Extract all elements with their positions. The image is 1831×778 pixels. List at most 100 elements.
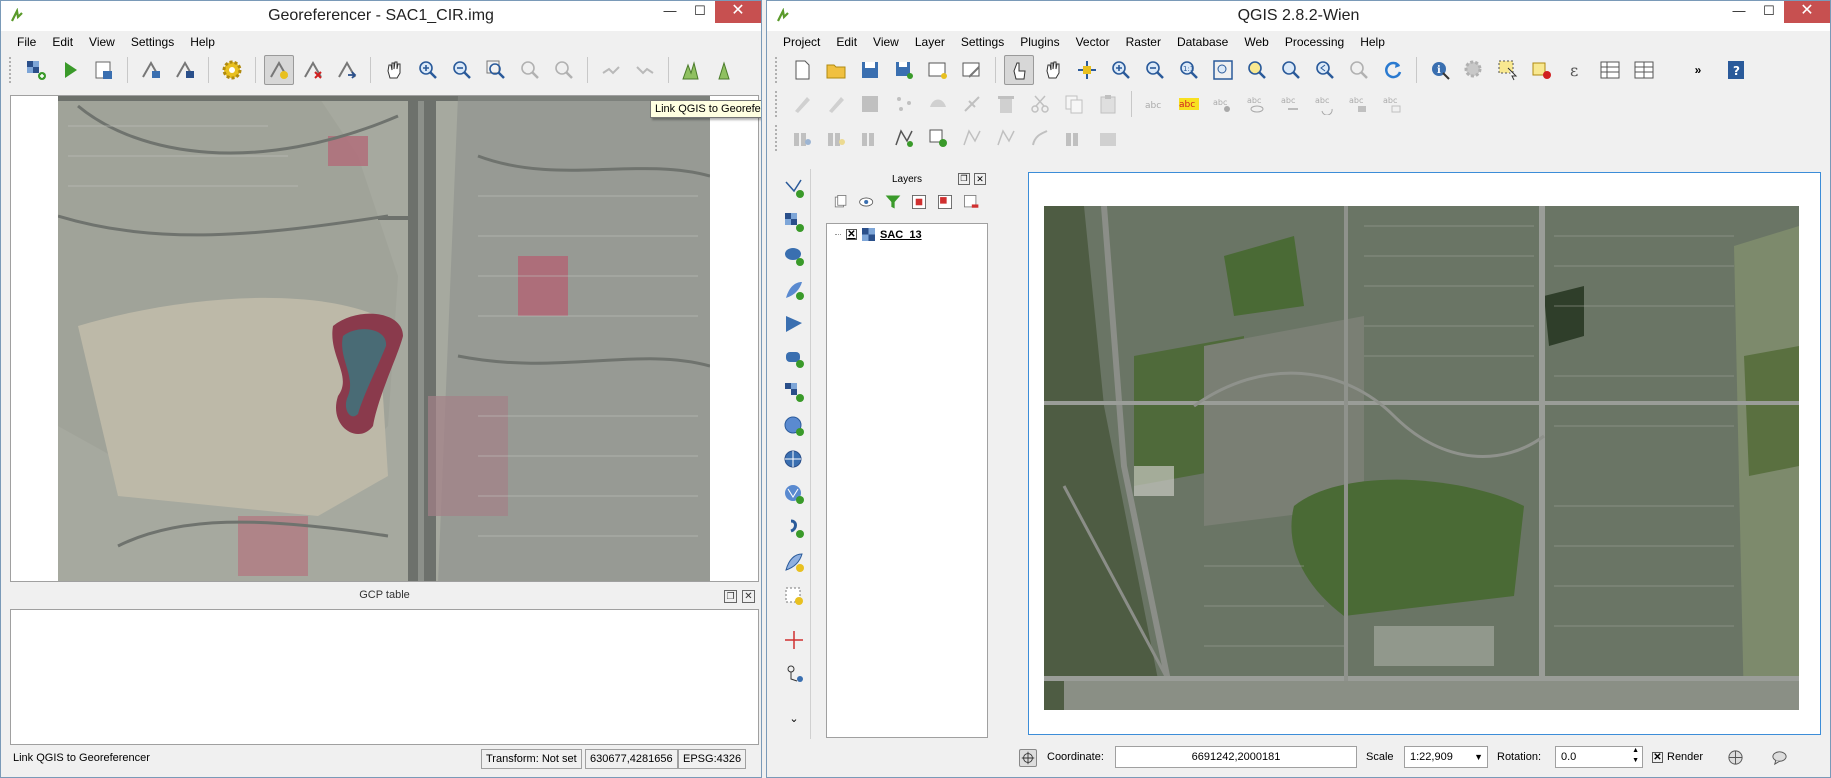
select-by-expression-button[interactable]: ε [1561,55,1591,85]
undo-button[interactable] [787,123,817,153]
close-button[interactable]: ✕ [1784,1,1830,23]
simplify-feature-button[interactable] [855,123,885,153]
menu-settings[interactable]: Settings [953,31,1012,53]
close-panel-button[interactable]: ✕ [974,173,986,185]
add-oracle-layer-button[interactable] [779,343,809,373]
layers-tree[interactable]: ✕ SAC_13 [826,223,988,738]
add-feature-button[interactable] [889,89,919,119]
float-panel-button[interactable]: ❐ [724,590,737,603]
toolbar-grip[interactable] [775,57,779,83]
link-georeferencer-to-qgis-button[interactable] [596,55,626,85]
delete-point-button[interactable] [298,55,328,85]
pan-to-selection-button[interactable] [1072,55,1102,85]
move-gcp-point-button[interactable] [332,55,362,85]
cut-features-button[interactable] [1025,89,1055,119]
float-panel-button[interactable]: ❐ [958,173,970,185]
add-wfs-layer-button[interactable] [779,479,809,509]
toolbar-grip[interactable] [775,125,779,151]
zoom-out-button[interactable] [447,55,477,85]
new-shapefile-layer-button[interactable] [779,547,809,577]
qgis-titlebar[interactable]: QGIS 2.8.2-Wien — ☐ ✕ [767,1,1830,31]
start-georeferencing-button[interactable] [55,55,85,85]
zoom-in-button[interactable] [1106,55,1136,85]
open-raster-button[interactable] [21,55,51,85]
coordinate-toggle-button[interactable] [1019,749,1037,767]
new-print-composer-button[interactable] [923,55,953,85]
zoom-last-button[interactable] [1310,55,1340,85]
filter-legend-button[interactable] [884,193,902,214]
layer-item[interactable]: ✕ SAC_13 [835,228,922,241]
messages-button[interactable] [1771,749,1788,769]
save-as-button[interactable] [889,55,919,85]
paste-features-button[interactable] [1093,89,1123,119]
menu-web[interactable]: Web [1236,31,1276,53]
close-button[interactable]: ✕ [715,1,761,23]
manage-visibility-button[interactable] [858,193,876,214]
coordinate-field[interactable]: 6691242,2000181 [1115,746,1357,768]
crs-status-button[interactable] [1727,749,1744,769]
maximize-button[interactable]: ☐ [685,1,715,23]
zoom-last-button[interactable] [515,55,545,85]
add-ring-button[interactable] [889,123,919,153]
redo-button[interactable] [821,123,851,153]
menu-raster[interactable]: Raster [1118,31,1169,53]
menu-help[interactable]: Help [1352,31,1393,53]
georeferencer-map-canvas[interactable] [10,95,759,582]
save-project-button[interactable] [855,55,885,85]
current-edits-button[interactable] [787,89,817,119]
pin-labels-button[interactable]: abc [1208,89,1238,119]
menu-layer[interactable]: Layer [907,31,953,53]
render-checkbox[interactable]: ✕ [1652,752,1663,763]
menu-view[interactable]: View [81,31,123,53]
rotation-spinbox[interactable]: 0.0 ▲ ▼ [1555,746,1643,768]
delete-part-button[interactable] [1025,123,1055,153]
gps-tool-button[interactable] [779,659,809,689]
move-feature-button[interactable] [923,89,953,119]
identify-features-button[interactable]: i [1425,55,1455,85]
zoom-next-button[interactable] [549,55,579,85]
toggle-editing-button[interactable] [821,89,851,119]
menu-database[interactable]: Database [1169,31,1236,53]
node-tool-button[interactable] [957,89,987,119]
new-project-button[interactable] [787,55,817,85]
move-label-button[interactable]: abc [1276,89,1306,119]
load-gcp-points-button[interactable] [136,55,166,85]
toolbar-grip[interactable] [775,91,779,117]
menu-file[interactable]: File [9,31,44,53]
layer-name[interactable]: SAC_13 [880,229,922,241]
open-attribute-table-button[interactable] [1595,55,1625,85]
add-wcs-layer-button[interactable] [779,445,809,475]
expand-all-button[interactable] [832,193,850,214]
deselect-all-button[interactable] [1527,55,1557,85]
offset-curve-button[interactable] [1093,123,1123,153]
epsg-readout[interactable]: EPSG:4326 [678,749,747,769]
menu-processing[interactable]: Processing [1277,31,1352,53]
local-histogram-stretch-button[interactable] [711,55,741,85]
menu-vector[interactable]: Vector [1068,31,1118,53]
menu-edit[interactable]: Edit [44,31,81,53]
maximize-button[interactable]: ☐ [1754,1,1784,23]
save-layer-edits-button[interactable] [855,89,885,119]
menu-project[interactable]: Project [775,31,828,53]
zoom-next-button[interactable] [1344,55,1374,85]
add-vector-layer-button[interactable] [779,173,809,203]
menu-help[interactable]: Help [182,31,223,53]
save-gcp-points-button[interactable] [170,55,200,85]
zoom-in-button[interactable] [413,55,443,85]
toolbar-overflow-button[interactable]: » [1683,55,1713,85]
layer-visibility-checkbox[interactable]: ✕ [846,229,857,240]
expand-layers-button[interactable] [910,193,928,214]
refresh-button[interactable] [1378,55,1408,85]
field-calculator-button[interactable] [1629,55,1659,85]
new-temporary-layer-button[interactable] [779,581,809,611]
zoom-to-selection-button[interactable] [1242,55,1272,85]
zoom-native-resolution-button[interactable]: 1:1 [1174,55,1204,85]
label-properties-button[interactable]: abc [1378,89,1408,119]
help-button[interactable]: ? [1721,55,1751,85]
add-wms-layer-button[interactable] [779,377,809,407]
close-panel-button[interactable]: ✕ [742,590,755,603]
reshape-features-button[interactable] [1059,123,1089,153]
menu-settings[interactable]: Settings [123,31,182,53]
qgis-map-canvas[interactable] [1028,172,1821,735]
zoom-to-layer-button[interactable] [1276,55,1306,85]
